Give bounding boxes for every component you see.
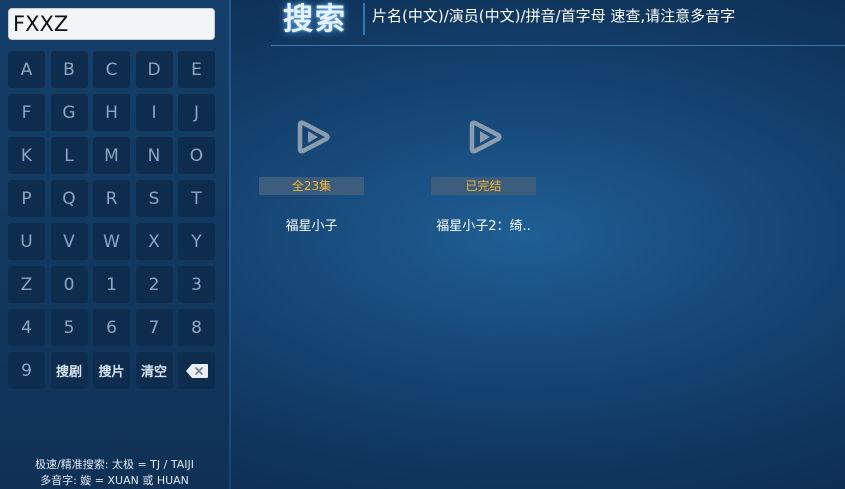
key-d[interactable]: D [135, 51, 173, 88]
search-movie-button[interactable]: 搜片 [93, 352, 130, 389]
play-placeholder-icon [297, 120, 330, 154]
episode-badge: 全23集 [259, 177, 364, 195]
key-x[interactable]: X [135, 223, 173, 260]
status-badge: 已完结 [431, 177, 536, 195]
search-input[interactable]: FXXZ [8, 8, 215, 40]
play-placeholder-icon [469, 120, 502, 154]
poster-placeholder [431, 97, 536, 177]
key-9[interactable]: 9 [8, 352, 45, 389]
key-j[interactable]: J [178, 94, 215, 131]
key-8[interactable]: 8 [178, 309, 215, 346]
key-k[interactable]: K [8, 137, 45, 174]
search-drama-button[interactable]: 搜剧 [50, 352, 88, 389]
key-l[interactable]: L [50, 137, 88, 174]
key-a[interactable]: A [8, 51, 45, 88]
key-f[interactable]: F [8, 94, 45, 131]
result-title: 福星小子 [285, 219, 338, 234]
key-w[interactable]: W [93, 223, 130, 260]
key-i[interactable]: I [135, 94, 173, 131]
search-instructions: 片名(中文)/演员(中文)/拼音/首字母 速查,请注意多音字 [372, 7, 736, 25]
key-n[interactable]: N [135, 137, 173, 174]
key-1[interactable]: 1 [93, 266, 130, 303]
key-4[interactable]: 4 [8, 309, 45, 346]
key-r[interactable]: R [93, 180, 130, 217]
hint-line-2: 多音字: 嫙 = XUAN 或 HUAN [40, 474, 189, 487]
key-5[interactable]: 5 [50, 309, 88, 346]
key-6[interactable]: 6 [93, 309, 130, 346]
backspace-icon [185, 363, 208, 378]
key-v[interactable]: V [50, 223, 88, 260]
keypad: A B C D E F G H I J K L M N O P Q R S T … [8, 51, 215, 389]
result-title: 福星小子2：绮.. [436, 219, 531, 234]
key-2[interactable]: 2 [135, 266, 173, 303]
keyboard-panel: FXXZ A B C D E F G H I J K L M N O P Q R… [0, 0, 229, 489]
key-h[interactable]: H [93, 94, 130, 131]
panel-divider [229, 0, 231, 489]
header-underline [271, 45, 845, 46]
key-3[interactable]: 3 [178, 266, 215, 303]
key-z[interactable]: Z [8, 266, 45, 303]
key-0[interactable]: 0 [50, 266, 88, 303]
key-u[interactable]: U [8, 223, 45, 260]
hint-line-1: 极速/精准搜索: 太极 = TJ / TAIJI [35, 458, 194, 471]
key-o[interactable]: O [178, 137, 215, 174]
key-7[interactable]: 7 [135, 309, 173, 346]
backspace-button[interactable] [178, 352, 215, 389]
result-card[interactable]: 已完结 福星小子2：绮.. [431, 97, 536, 234]
key-m[interactable]: M [93, 137, 130, 174]
clear-button[interactable]: 清空 [135, 352, 173, 389]
key-b[interactable]: B [50, 51, 88, 88]
search-hints: 极速/精准搜索: 太极 = TJ / TAIJI 多音字: 嫙 = XUAN 或… [0, 457, 229, 489]
key-t[interactable]: T [178, 180, 215, 217]
poster-placeholder [259, 97, 364, 177]
key-c[interactable]: C [93, 51, 130, 88]
header-separator [363, 3, 365, 35]
key-g[interactable]: G [50, 94, 88, 131]
key-p[interactable]: P [8, 180, 45, 217]
key-y[interactable]: Y [178, 223, 215, 260]
key-q[interactable]: Q [50, 180, 88, 217]
result-card[interactable]: 全23集 福星小子 [259, 97, 364, 234]
page-title: 搜索 [283, 2, 347, 37]
key-e[interactable]: E [178, 51, 215, 88]
key-s[interactable]: S [135, 180, 173, 217]
